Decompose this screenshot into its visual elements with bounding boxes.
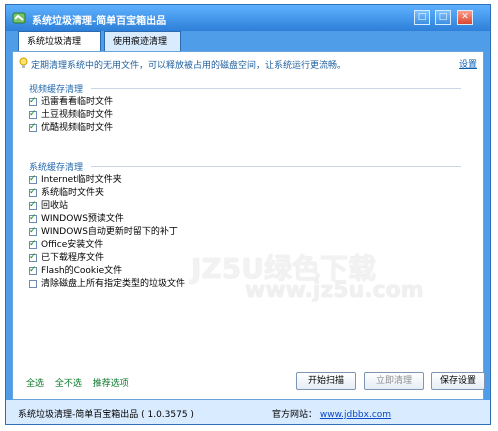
checkbox[interactable] <box>29 238 37 251</box>
checkbox-label: Flash的Cookie文件 <box>41 266 123 276</box>
status-version: 系统垃圾清理-简单百宝箱出品 ( 1.0.3575 ) <box>18 410 194 420</box>
recommended-link[interactable]: 推荐选项 <box>93 379 129 389</box>
checkbox[interactable] <box>29 108 37 121</box>
start-scan-button[interactable]: 开始扫描 <box>296 372 356 390</box>
website-label: 官方网站： <box>272 410 318 420</box>
checkbox[interactable] <box>29 173 37 186</box>
checkbox[interactable] <box>29 251 37 264</box>
clean-now-button[interactable]: 立即清理 <box>364 372 424 390</box>
checkbox[interactable] <box>29 225 37 238</box>
checkbox-label: 已下载程序文件 <box>41 253 105 263</box>
checkbox-label: 系统临时文件夹 <box>41 188 105 198</box>
app-icon <box>12 12 26 24</box>
watermark-url: www.jz5u.com <box>245 278 424 303</box>
website-link[interactable]: www.jdbbx.com <box>320 410 391 420</box>
checkbox[interactable] <box>29 199 37 212</box>
checkbox-label: 优酷视频临时文件 <box>41 123 114 133</box>
minimize-button[interactable]: □ <box>414 10 430 25</box>
save-settings-button[interactable]: 保存设置 <box>431 372 485 390</box>
lightbulb-icon <box>19 57 28 68</box>
title-bar[interactable]: 系统垃圾清理-简单百宝箱出品 □ □ ✕ <box>6 5 490 31</box>
checkbox-label: 土豆视频临时文件 <box>41 110 114 120</box>
tip-bar: 定期清理系统中的无用文件，可以释放被占用的磁盘空间，让系统运行更流畅。 设置 <box>13 52 483 74</box>
group-title: 视频缓存清理 <box>29 82 461 96</box>
checkbox-label: 迅雷看看临时文件 <box>41 97 114 107</box>
main-window: 系统垃圾清理-简单百宝箱出品 □ □ ✕ 系统垃圾清理 使用痕迹清理 定期清理系… <box>5 4 491 425</box>
selection-links: 全选 全不选 推荐选项 <box>26 376 137 389</box>
select-all-link[interactable]: 全选 <box>26 379 44 389</box>
tab-usage-traces[interactable]: 使用痕迹清理 <box>104 31 181 51</box>
tab-system-junk[interactable]: 系统垃圾清理 <box>18 31 101 52</box>
window-title: 系统垃圾清理-简单百宝箱出品 <box>32 16 167 27</box>
checkbox[interactable] <box>29 280 37 288</box>
checkbox-label: 回收站 <box>41 201 69 211</box>
checkbox-label: 清除磁盘上所有指定类型的垃圾文件 <box>41 279 186 289</box>
checkbox[interactable] <box>29 264 37 277</box>
maximize-button[interactable]: □ <box>435 10 451 25</box>
checkbox-item[interactable]: 回收站 <box>29 199 461 213</box>
checkbox-item[interactable]: 优酷视频临时文件 <box>29 121 461 135</box>
checkbox-label: Office安装文件 <box>41 240 104 250</box>
checkbox[interactable] <box>29 121 37 134</box>
checkbox-item[interactable]: Internet临时文件夹 <box>29 173 461 187</box>
settings-link[interactable]: 设置 <box>459 57 477 70</box>
checkbox-item[interactable]: WINDOWS预读文件 <box>29 212 461 226</box>
checkbox-label: WINDOWS预读文件 <box>41 214 124 224</box>
checkbox-item[interactable]: 土豆视频临时文件 <box>29 108 461 122</box>
checkbox-item[interactable]: 系统临时文件夹 <box>29 186 461 200</box>
checkbox-label: Internet临时文件夹 <box>41 175 122 185</box>
checkbox-item[interactable]: WINDOWS自动更新时留下的补丁 <box>29 225 461 239</box>
content-panel: 定期清理系统中的无用文件，可以释放被占用的磁盘空间，让系统运行更流畅。 设置 视… <box>12 51 484 400</box>
video-cache-group: 视频缓存清理 迅雷看看临时文件 土豆视频临时文件 优酷视频临时文件 <box>29 82 461 135</box>
checkbox[interactable] <box>29 212 37 225</box>
group-title: 系统缓存清理 <box>29 160 461 174</box>
checkbox-item[interactable]: 迅雷看看临时文件 <box>29 95 461 109</box>
website-info: 官方网站： www.jdbbx.com <box>272 407 391 420</box>
select-none-link[interactable]: 全不选 <box>55 379 82 389</box>
checkbox-label: WINDOWS自动更新时留下的补丁 <box>41 227 178 237</box>
tip-text: 定期清理系统中的无用文件，可以释放被占用的磁盘空间，让系统运行更流畅。 <box>31 61 347 71</box>
checkbox[interactable] <box>29 95 37 108</box>
checkbox[interactable] <box>29 186 37 199</box>
status-bar: 系统垃圾清理-简单百宝箱出品 ( 1.0.3575 ) 官方网站： www.jd… <box>6 400 490 424</box>
close-button[interactable]: ✕ <box>457 10 473 25</box>
